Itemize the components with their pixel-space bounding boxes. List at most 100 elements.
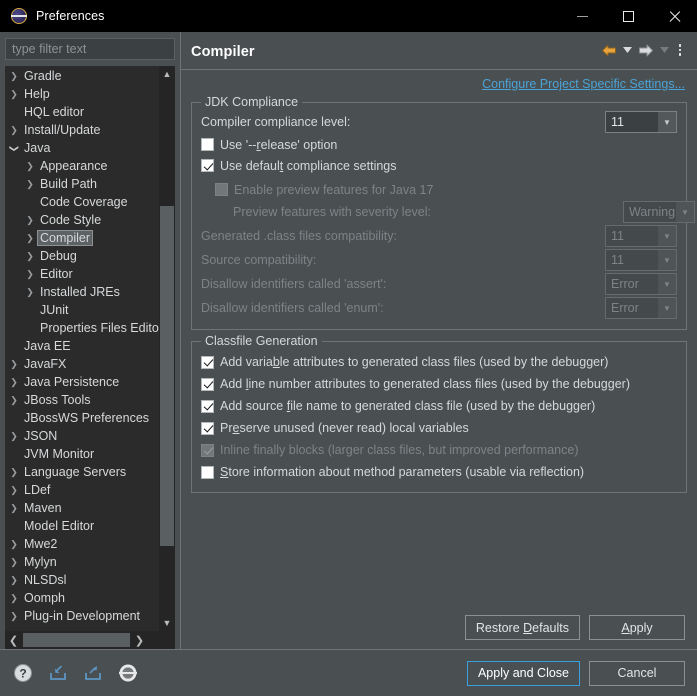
maximize-button[interactable] [605, 0, 651, 32]
sidebar-item-build-path[interactable]: ❯ Build Path [5, 175, 159, 193]
sidebar-item-java-persistence[interactable]: ❯ Java Persistence [5, 373, 159, 391]
sidebar-item-installed-jres[interactable]: ❯ Installed JREs [5, 283, 159, 301]
back-button[interactable] [599, 41, 619, 59]
option-add-source-file-name[interactable]: Add source file name to generated class … [201, 395, 677, 417]
sidebar-item-ldef[interactable]: ❯ LDef [5, 481, 159, 499]
tree-vertical-scroll-thumb[interactable] [160, 206, 174, 546]
chevron-right-icon[interactable]: ❯ [7, 485, 21, 496]
cancel-button[interactable]: Cancel [589, 660, 685, 686]
export-icon[interactable] [82, 662, 104, 684]
scroll-left-icon[interactable]: ❮ [5, 631, 22, 649]
sidebar-item-language-servers[interactable]: ❯ Language Servers [5, 463, 159, 481]
chevron-right-icon[interactable]: ❯ [7, 593, 21, 604]
use-default-compliance-checkbox[interactable] [201, 159, 214, 172]
add-line-number-attributes-checkbox[interactable] [201, 377, 214, 391]
inline-finally-blocks-label: Inline finally blocks (larger class file… [220, 443, 579, 457]
add-variable-attributes-checkbox[interactable] [201, 355, 214, 369]
chevron-right-icon[interactable]: ❯ [7, 71, 21, 82]
scroll-down-icon[interactable]: ▼ [159, 615, 175, 631]
chevron-right-icon[interactable]: ❯ [7, 539, 21, 550]
sidebar-item-jvm-monitor[interactable]: JVM Monitor [5, 445, 159, 463]
chevron-right-icon[interactable]: ❯ [23, 179, 37, 190]
sidebar-item-oomph[interactable]: ❯ Oomph [5, 589, 159, 607]
chevron-right-icon[interactable]: ❯ [7, 377, 21, 388]
sidebar-item-json[interactable]: ❯ JSON [5, 427, 159, 445]
import-icon[interactable] [47, 662, 69, 684]
eclipse-icon [11, 8, 27, 24]
sidebar-item-gradle[interactable]: ❯ Gradle [5, 67, 159, 85]
help-icon[interactable]: ? [12, 662, 34, 684]
sidebar-item-java-ee[interactable]: Java EE [5, 337, 159, 355]
oomph-icon[interactable] [117, 662, 139, 684]
sidebar-item-plug-in-development[interactable]: ❯ Plug-in Development [5, 607, 159, 625]
sidebar-item-code-coverage[interactable]: Code Coverage [5, 193, 159, 211]
chevron-right-icon[interactable]: ❯ [7, 431, 21, 442]
scroll-up-icon[interactable]: ▲ [159, 66, 175, 82]
chevron-right-icon[interactable]: ❯ [7, 395, 21, 406]
sidebar-item-code-style[interactable]: ❯ Code Style [5, 211, 159, 229]
scroll-right-icon[interactable]: ❯ [131, 631, 148, 649]
chevron-right-icon[interactable]: ❯ [7, 503, 21, 514]
use-default-compliance-row[interactable]: Use default compliance settings [201, 155, 677, 176]
option-add-variable-attributes[interactable]: Add variable attributes to generated cla… [201, 351, 677, 373]
chevron-down-icon[interactable]: ❯ [9, 141, 20, 155]
chevron-right-icon[interactable]: ❯ [7, 125, 21, 136]
minimize-button[interactable] [559, 0, 605, 32]
chevron-right-icon[interactable]: ❯ [7, 89, 21, 100]
sidebar-item-jboss-tools[interactable]: ❯ JBoss Tools [5, 391, 159, 409]
use-release-option-row[interactable]: Use '--release' option [201, 134, 677, 155]
sidebar-item-mylyn[interactable]: ❯ Mylyn [5, 553, 159, 571]
configure-project-specific-settings-link[interactable]: Configure Project Specific Settings... [482, 77, 685, 91]
use-release-checkbox[interactable] [201, 138, 214, 151]
sidebar-item-mwe2[interactable]: ❯ Mwe2 [5, 535, 159, 553]
chevron-right-icon[interactable]: ❯ [7, 575, 21, 586]
sidebar-item-help[interactable]: ❯ Help [5, 85, 159, 103]
sidebar-item-nlsdsl[interactable]: ❯ NLSDsl [5, 571, 159, 589]
option-add-line-number-attributes[interactable]: Add line number attributes to generated … [201, 373, 677, 395]
filter-input[interactable] [5, 38, 175, 60]
sidebar-item-debug[interactable]: ❯ Debug [5, 247, 159, 265]
store-method-parameters-checkbox[interactable] [201, 465, 214, 479]
option-store-method-parameters[interactable]: Store information about method parameter… [201, 461, 677, 483]
sidebar-item-java[interactable]: ❯ Java [5, 139, 159, 157]
sidebar-item-maven[interactable]: ❯ Maven [5, 499, 159, 517]
chevron-right-icon[interactable]: ❯ [23, 269, 37, 280]
back-history-caret-icon[interactable] [621, 41, 634, 59]
tree-vertical-scrollbar[interactable]: ▲ ▼ [159, 66, 175, 631]
sidebar-item-javafx[interactable]: ❯ JavaFX [5, 355, 159, 373]
sidebar-item-junit[interactable]: JUnit [5, 301, 159, 319]
sidebar-item-label: Language Servers [24, 464, 127, 479]
apply-button[interactable]: Apply [589, 615, 685, 640]
chevron-right-icon[interactable]: ❯ [7, 611, 21, 622]
tree-horizontal-scrollbar[interactable]: ❮ ❯ [5, 631, 175, 649]
chevron-right-icon[interactable]: ❯ [23, 215, 37, 226]
sidebar-item-compiler[interactable]: ❯ Compiler [5, 229, 159, 247]
restore-defaults-button[interactable]: Restore Defaults [464, 615, 580, 640]
chevron-right-icon[interactable]: ❯ [23, 287, 37, 298]
classfile-generation-title: Classfile Generation [201, 334, 322, 348]
compliance-level-combo[interactable]: 11 ▼ [605, 111, 677, 133]
chevron-right-icon[interactable]: ❯ [7, 557, 21, 568]
preserve-unused-locals-checkbox[interactable] [201, 421, 214, 435]
sidebar-item-editor[interactable]: ❯ Editor [5, 265, 159, 283]
sidebar-item-install-update[interactable]: ❯ Install/Update [5, 121, 159, 139]
forward-button[interactable] [636, 41, 656, 59]
preference-page: Compiler Configure Project Specific Sett… [180, 32, 697, 649]
chevron-right-icon[interactable]: ❯ [7, 359, 21, 370]
tree-horizontal-scroll-thumb[interactable] [23, 633, 130, 647]
sidebar-item-model-editor[interactable]: Model Editor [5, 517, 159, 535]
apply-and-close-button[interactable]: Apply and Close [466, 660, 580, 686]
sidebar-item-properties-files-editor[interactable]: Properties Files Editor [5, 319, 159, 337]
chevron-right-icon[interactable]: ❯ [23, 233, 37, 244]
close-button[interactable] [651, 0, 697, 32]
sidebar-item-label: JSON [24, 428, 58, 443]
sidebar-item-appearance[interactable]: ❯ Appearance [5, 157, 159, 175]
chevron-right-icon[interactable]: ❯ [23, 161, 37, 172]
view-menu-icon[interactable] [673, 41, 687, 59]
chevron-right-icon[interactable]: ❯ [23, 251, 37, 262]
sidebar-item-hql-editor[interactable]: HQL editor [5, 103, 159, 121]
chevron-right-icon[interactable]: ❯ [7, 467, 21, 478]
sidebar-item-jbossws-preferences[interactable]: JBossWS Preferences [5, 409, 159, 427]
add-source-file-name-checkbox[interactable] [201, 399, 214, 413]
option-preserve-unused-locals[interactable]: Preserve unused (never read) local varia… [201, 417, 677, 439]
